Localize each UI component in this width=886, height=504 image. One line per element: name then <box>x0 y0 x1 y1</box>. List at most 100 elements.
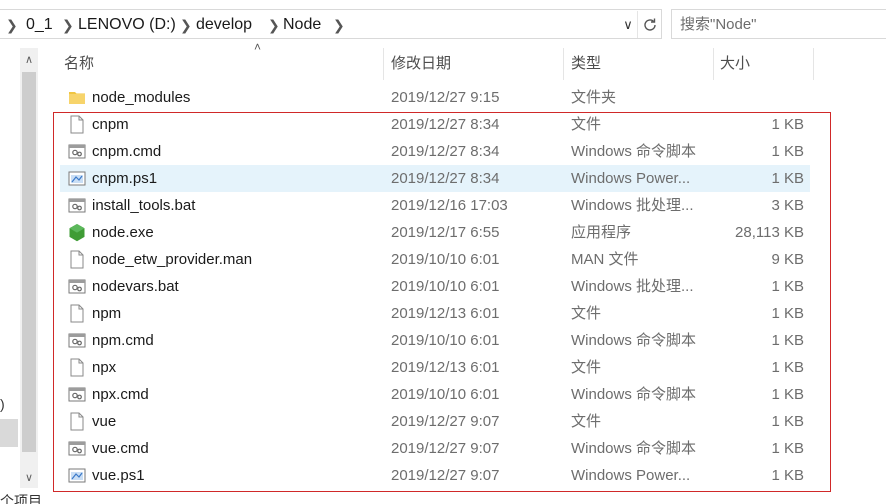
file-row[interactable]: npm 2019/12/13 6:01 文件 1 KB <box>60 300 810 327</box>
file-row[interactable]: cnpm 2019/12/27 8:34 文件 1 KB <box>60 111 810 138</box>
file-icon <box>68 250 86 269</box>
column-name[interactable]: 名称 <box>40 48 383 80</box>
file-size: 1 KB <box>771 386 804 403</box>
file-type: 应用程序 <box>571 224 632 241</box>
chevron-right-icon[interactable]: ❯ <box>180 15 192 35</box>
file-modified-date: 2019/12/16 17:03 <box>391 197 508 214</box>
address-bar[interactable]: ❯ 0_1 ❯ LENOVO (D:) ❯ develop ❯ Node ❯ ∨ <box>0 9 662 39</box>
chevron-down-icon[interactable]: ∨ <box>619 15 637 35</box>
powershell-file-icon <box>68 169 86 188</box>
file-name: install_tools.bat <box>92 197 196 214</box>
file-type: Windows 批处理... <box>571 197 694 214</box>
file-modified-date: 2019/12/27 9:07 <box>391 413 500 430</box>
file-row[interactable]: install_tools.bat 2019/12/16 17:03 Windows… <box>60 192 810 219</box>
file-type: 文件 <box>571 359 602 376</box>
file-name: npm.cmd <box>92 332 154 349</box>
file-name: vue <box>92 413 117 430</box>
file-row[interactable]: nodevars.bat 2019/10/10 6:01 Windows 批处理..… <box>60 273 810 300</box>
file-name: nodevars.bat <box>92 278 179 295</box>
scroll-down-icon[interactable]: ∨ <box>20 468 38 488</box>
file-type: Windows Power... <box>571 170 691 187</box>
file-name: node_etw_provider.man <box>92 251 253 268</box>
refresh-button[interactable] <box>637 11 661 38</box>
file-row[interactable]: node_modules 2019/12/27 9:15 文件夹 <box>60 84 810 111</box>
file-row[interactable]: vue.ps1 2019/12/27 9:07 Windows Power... 1 … <box>60 462 810 489</box>
file-size: 28,113 KB <box>735 224 804 241</box>
powershell-file-icon <box>68 466 86 485</box>
file-row[interactable]: cnpm.cmd 2019/12/27 8:34 Windows 命令脚本 1 KB <box>60 138 810 165</box>
refresh-icon <box>643 18 656 31</box>
file-type: 文件夹 <box>571 89 617 106</box>
node-exe-icon <box>68 223 86 242</box>
file-modified-date: 2019/12/27 9:07 <box>391 467 500 484</box>
file-type: Windows 批处理... <box>571 278 694 295</box>
breadcrumb-1[interactable]: LENOVO (D:) <box>78 15 176 35</box>
file-row[interactable]: npm.cmd 2019/10/10 6:01 Windows 命令脚本 1 KB <box>60 327 810 354</box>
file-icon <box>68 304 86 323</box>
cmd-file-icon <box>68 196 86 215</box>
file-name: vue.ps1 <box>92 467 145 484</box>
file-name: cnpm <box>92 116 129 133</box>
file-modified-date: 2019/10/10 6:01 <box>391 251 500 268</box>
file-modified-date: 2019/12/27 8:34 <box>391 116 500 133</box>
file-modified-date: 2019/12/27 9:15 <box>391 89 500 106</box>
file-type: 文件 <box>571 116 602 133</box>
chevron-right-icon[interactable]: ❯ <box>62 15 74 35</box>
file-type: Windows 命令脚本 <box>571 386 697 403</box>
nav-selected-item[interactable] <box>0 419 18 447</box>
file-row[interactable]: node_etw_provider.man 2019/10/10 6:01 MAN … <box>60 246 810 273</box>
file-name: cnpm.cmd <box>92 143 162 160</box>
file-modified-date: 2019/12/27 8:34 <box>391 143 500 160</box>
cmd-file-icon <box>68 331 86 350</box>
file-size: 1 KB <box>771 359 804 376</box>
file-size: 1 KB <box>771 116 804 133</box>
file-modified-date: 2019/10/10 6:01 <box>391 386 500 403</box>
file-row[interactable]: node.exe 2019/12/17 6:55 应用程序 28,113 KB <box>60 219 810 246</box>
cmd-file-icon <box>68 385 86 404</box>
file-modified-date: 2019/12/13 6:01 <box>391 305 500 322</box>
breadcrumb-2[interactable]: develop <box>196 15 252 35</box>
file-row[interactable]: npx 2019/12/13 6:01 文件 1 KB <box>60 354 810 381</box>
file-modified-date: 2019/10/10 6:01 <box>391 332 500 349</box>
file-name: node.exe <box>92 224 154 241</box>
search-box[interactable] <box>671 9 886 39</box>
chevron-right-icon[interactable]: ❯ <box>268 15 280 35</box>
column-type[interactable]: 类型 <box>547 48 697 80</box>
file-modified-date: 2019/12/17 6:55 <box>391 224 500 241</box>
file-icon <box>68 115 86 134</box>
file-row[interactable]: vue.cmd 2019/12/27 9:07 Windows 命令脚本 1 KB <box>60 435 810 462</box>
chevron-right-icon[interactable]: ❯ <box>6 15 18 35</box>
file-size <box>720 84 804 111</box>
nav-item-fragment[interactable]: ) <box>0 396 5 412</box>
file-type: MAN 文件 <box>571 251 639 268</box>
search-input[interactable] <box>680 14 880 34</box>
file-type: Windows Power... <box>571 467 691 484</box>
file-name: node_modules <box>92 89 191 106</box>
column-divider[interactable] <box>813 48 814 80</box>
file-type: Windows 命令脚本 <box>571 332 697 349</box>
file-row[interactable]: npx.cmd 2019/10/10 6:01 Windows 命令脚本 1 KB <box>60 381 810 408</box>
folder-icon <box>68 88 86 107</box>
file-icon <box>68 358 86 377</box>
file-type: Windows 命令脚本 <box>571 143 697 160</box>
column-date[interactable]: 修改日期 <box>367 48 547 80</box>
nav-scrollbar-thumb[interactable] <box>22 72 36 452</box>
file-row[interactable]: cnpm.ps1 2019/12/27 8:34 Windows Power... 1… <box>60 165 810 192</box>
cmd-file-icon <box>68 277 86 296</box>
breadcrumb-3[interactable]: Node <box>283 15 321 35</box>
file-size: 1 KB <box>771 170 804 187</box>
file-size: 1 KB <box>771 143 804 160</box>
column-size[interactable]: 大小 <box>696 48 796 80</box>
file-size: 1 KB <box>771 440 804 457</box>
file-modified-date: 2019/12/13 6:01 <box>391 359 500 376</box>
status-bar-text: 个项目 <box>0 493 42 504</box>
breadcrumb-0[interactable]: 0_1 <box>26 15 53 35</box>
chevron-right-icon[interactable]: ❯ <box>333 15 345 35</box>
file-size: 1 KB <box>771 332 804 349</box>
file-name: vue.cmd <box>92 440 149 457</box>
scroll-up-icon[interactable]: ∧ <box>20 50 38 70</box>
file-modified-date: 2019/10/10 6:01 <box>391 278 500 295</box>
file-size: 9 KB <box>771 251 804 268</box>
file-modified-date: 2019/12/27 9:07 <box>391 440 500 457</box>
file-row[interactable]: vue 2019/12/27 9:07 文件 1 KB <box>60 408 810 435</box>
